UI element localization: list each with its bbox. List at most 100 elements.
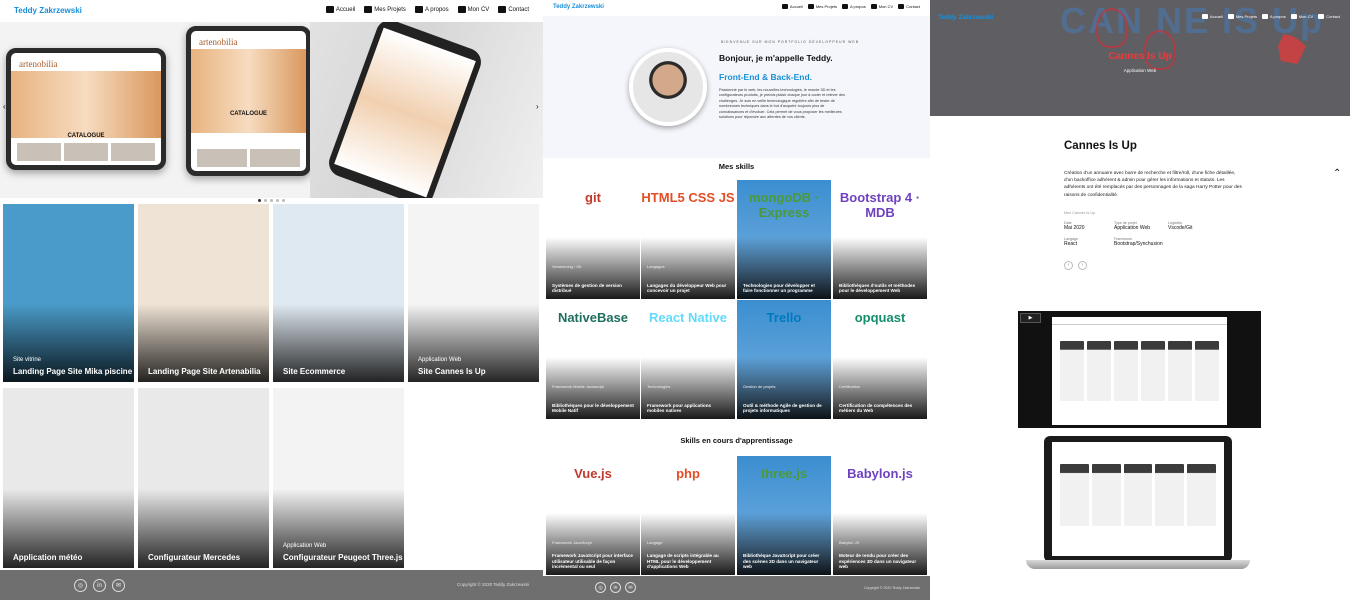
main-nav: Accueil Mes Projets A propos Mon CV Cont… <box>781 4 920 9</box>
hero-carousel: artenobilia CATALOGUE artenobilia CATALO… <box>0 22 543 198</box>
nav-contact[interactable]: Contact <box>1318 14 1340 19</box>
nav-accueil[interactable]: Accueil <box>781 4 803 9</box>
project-card[interactable]: Site Ecommerce <box>273 204 404 382</box>
nav-label: A propos <box>424 6 449 13</box>
brand-logo[interactable]: Teddy Zakrzewski <box>938 14 993 21</box>
home-icon <box>781 4 788 9</box>
nav-contact[interactable]: Contact <box>498 6 529 13</box>
project-card[interactable]: Site vitrine Landing Page Site Mika pisci… <box>3 204 134 382</box>
nav-contact[interactable]: Contact <box>898 4 920 9</box>
skill-logo: three.js <box>760 466 808 481</box>
skill-description: Technologies pour développer et faire fo… <box>743 282 815 294</box>
meta-value: Mai 2020 <box>1064 224 1085 231</box>
avatar <box>629 48 707 126</box>
meta-framework: Framework Bootstrap/Synchusion <box>1114 237 1168 251</box>
skill-kind: Technologies <box>647 384 671 389</box>
catalogue-label: CATALOGUE <box>67 133 105 139</box>
meta-date: Date Mai 2020 <box>1064 221 1114 235</box>
play-icon[interactable]: ▶ <box>1020 313 1041 323</box>
nav-mon-cv[interactable]: Mon CV <box>1290 14 1313 19</box>
carousel-dot[interactable] <box>282 199 285 202</box>
owl-illustration <box>1096 8 1128 48</box>
nav-label: Contact <box>906 4 920 9</box>
skill-description: Certification de compétences des métiers… <box>839 402 913 414</box>
linkedin-icon[interactable]: in <box>93 579 106 592</box>
brand-logo[interactable]: Teddy Zakrzewski <box>553 4 604 10</box>
nav-mes-projets[interactable]: Mes Projets <box>364 6 406 13</box>
top-navbar: Teddy Zakrzewski Accueil Mes Projets A p… <box>543 0 930 16</box>
project-card[interactable]: Application Web Site Cannes Is Up <box>408 204 539 382</box>
meta-value: Application Web <box>1114 224 1151 231</box>
project-card[interactable]: Configurateur Mercedes <box>138 388 269 568</box>
nav-mon-cv[interactable]: Mon CV <box>870 4 894 9</box>
skill-card[interactable]: three.js Bibliothèque JavaScript pour cré… <box>737 456 831 575</box>
footer: ◎ in ✉ Copyright © 2020 Teddy Zakrzewski <box>0 570 543 600</box>
github-icon[interactable]: ◎ <box>74 579 87 592</box>
skill-logo: HTML5 CSS JS <box>641 190 735 205</box>
nav-a-propos[interactable]: A propos <box>1261 14 1286 19</box>
nav-a-propos[interactable]: A propos <box>841 4 866 9</box>
hero-subtitle: Application Web <box>1123 68 1157 73</box>
top-navbar: Teddy Zakrzewski Accueil Mes Projets A p… <box>0 0 543 22</box>
skill-kind: Certification <box>839 384 861 389</box>
next-project-button[interactable]: › <box>1078 260 1087 270</box>
nav-label: Mes Projets <box>1235 14 1257 19</box>
skill-logo: NativeBase <box>557 310 629 325</box>
role-heading: Front-End & Back-End. <box>719 72 813 82</box>
id-card-icon <box>457 6 466 13</box>
nav-accueil[interactable]: Accueil <box>1201 14 1223 19</box>
skill-kind: Framework JavaScript <box>552 540 592 545</box>
carousel-dot[interactable] <box>270 199 273 202</box>
brand-logo[interactable]: Teddy Zakrzewski <box>14 6 82 15</box>
skill-card[interactable]: HTML5 CSS JS Langages Langages du développ… <box>641 180 735 299</box>
skill-logo: php <box>676 466 700 481</box>
carousel-dot[interactable] <box>264 199 267 202</box>
prev-project-button[interactable]: ‹ <box>1064 260 1073 270</box>
skill-kind: Gestion de projets <box>743 384 776 389</box>
skill-card[interactable]: Bootstrap 4 · MDB Bibliothèques d'outils … <box>833 180 927 299</box>
footer: ◎ in ✉ Copyright © 2020 Teddy Zakrzewski <box>543 576 930 600</box>
skill-card[interactable]: NativeBase Framework Mobile Javascript Bib… <box>546 300 640 419</box>
mail-icon[interactable]: ✉ <box>625 582 636 593</box>
skill-logo: mongoDB · Express <box>748 190 820 220</box>
project-video[interactable]: ▶ <box>1018 311 1261 428</box>
artenobilia-logo: artenobilia <box>19 59 58 69</box>
project-title: Application météo <box>13 553 83 562</box>
skill-card[interactable]: React Native Technologies Framework pour a… <box>641 300 735 419</box>
chevron-up-icon[interactable]: ⌃ <box>1333 168 1341 179</box>
skill-card[interactable]: Babylon.js Babylon JS Moteur de rendu pour… <box>833 456 927 575</box>
skill-card[interactable]: git Versionning / Git Systèmes de gestion … <box>546 180 640 299</box>
project-link[interactable]: Mes Cannes Is Up <box>1064 211 1244 215</box>
skill-description: Langage de scripts intégrable au HTML po… <box>647 553 719 570</box>
meta-value: Vscode/Git <box>1168 224 1193 231</box>
skill-description: Bibliothèques d'outils et méthodes pour … <box>839 282 916 294</box>
linkedin-icon[interactable]: in <box>610 582 621 593</box>
id-card-icon <box>870 4 877 9</box>
nav-mes-projets[interactable]: Mes Projets <box>807 4 837 9</box>
project-card[interactable]: Application Web Configurateur Peugeot Thr… <box>273 388 404 568</box>
project-category: Application Web <box>418 357 462 363</box>
nav-label: Mon CV <box>878 4 894 9</box>
skill-card[interactable]: php Langage Langage de scripts intégrable … <box>641 456 735 575</box>
sitemap-icon <box>364 6 373 13</box>
skill-card[interactable]: opquast Certification Certification de com… <box>833 300 927 419</box>
nav-label: Mon CV <box>467 6 490 13</box>
skill-card[interactable]: Trello Gestion de projets Outil & méthode … <box>737 300 831 419</box>
mail-icon[interactable]: ✉ <box>112 579 125 592</box>
project-card[interactable]: Application météo <box>3 388 134 568</box>
nav-mes-projets[interactable]: Mes Projets <box>1227 14 1257 19</box>
sitemap-icon <box>807 4 814 9</box>
carousel-dot[interactable] <box>258 199 261 202</box>
social-links: ◎ in ✉ <box>74 579 125 592</box>
intro-section: BIENVENUE SUR MON PORTFOLIO DÉVELOPPEUR … <box>543 16 930 158</box>
nav-mon-cv[interactable]: Mon CV <box>457 6 490 13</box>
nav-accueil[interactable]: Accueil <box>325 6 355 13</box>
carousel-dot[interactable] <box>276 199 279 202</box>
nav-a-propos[interactable]: A propos <box>414 6 449 13</box>
project-card[interactable]: Landing Page Site Artenabilia <box>138 204 269 382</box>
github-icon[interactable]: ◎ <box>595 582 606 593</box>
skill-card[interactable]: mongoDB · Express Technologies pour dével… <box>737 180 831 299</box>
carousel-next-button[interactable]: › <box>536 102 539 111</box>
carousel-prev-button[interactable]: ‹ <box>3 102 6 111</box>
skill-card[interactable]: Vue.js Framework JavaScript Framework Java… <box>546 456 640 575</box>
